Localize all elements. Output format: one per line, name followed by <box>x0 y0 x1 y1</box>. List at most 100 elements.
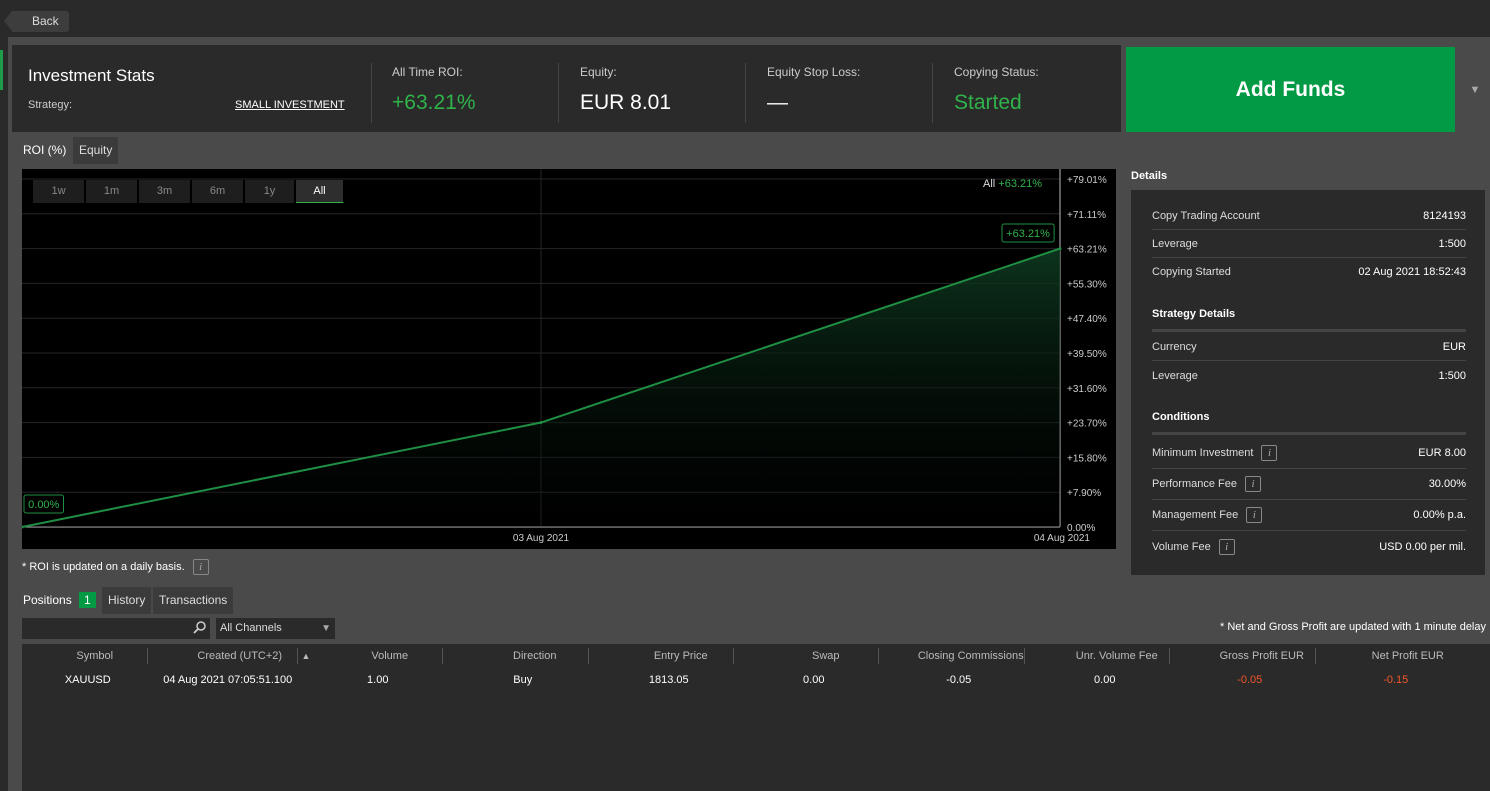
tab-positions[interactable]: Positions 1 <box>17 587 102 614</box>
strategy-label: Strategy: <box>28 99 73 111</box>
roi-chart: 0.00% +7.90% +15.80% +23.70% +31.60% +39.50% +… <box>20 169 1116 549</box>
info-icon[interactable]: i <box>1244 476 1261 492</box>
table-cell: Buy <box>513 674 533 686</box>
roi-point <box>1058 247 1062 251</box>
table-cell: -0.05 <box>946 674 972 686</box>
roi-note: * ROI is updated on a daily basis. i <box>22 559 209 575</box>
info-icon[interactable]: i <box>1246 507 1263 523</box>
y-tick-label: +71.11% <box>1067 210 1106 221</box>
detail-label: Leverage <box>1152 238 1198 250</box>
detail-label: Leverage <box>1152 369 1198 382</box>
column-header[interactable]: Net Profit EUR <box>1335 645 1481 667</box>
info-icon[interactable]: i <box>192 559 209 575</box>
y-tick-label: +39.50% <box>1067 349 1107 360</box>
roi-point <box>539 421 543 425</box>
detail-value: 02 Aug 2021 18:52:43 <box>1358 265 1466 278</box>
roi-value: +63.21% <box>392 91 476 114</box>
detail-value: EUR 8.00 <box>1418 447 1466 459</box>
table-cell: 1813.05 <box>648 674 689 686</box>
y-tick-label: +55.30% <box>1067 279 1107 290</box>
back-label: Back <box>32 14 59 28</box>
column-divider <box>878 648 879 664</box>
end-value-label: +63.21% <box>1006 228 1050 240</box>
column-divider <box>1169 648 1170 664</box>
start-value-label: 0.00% <box>28 499 59 511</box>
divider <box>745 63 746 123</box>
detail-value: USD 0.00 per mil. <box>1379 540 1466 553</box>
tab-positions-label: Positions <box>23 593 72 607</box>
y-tick-label: +79.01% <box>1067 175 1107 186</box>
range-1y[interactable]: 1y <box>245 180 295 203</box>
tab-history[interactable]: History <box>102 587 152 614</box>
chevron-down-icon: ▼ <box>321 623 331 634</box>
tab-equity[interactable]: Equity <box>73 137 119 164</box>
column-divider <box>1315 648 1316 664</box>
column-divider <box>442 648 443 664</box>
column-header[interactable]: Direction <box>462 645 608 667</box>
column-divider <box>1024 648 1025 664</box>
detail-label: Minimum Investment <box>1152 446 1254 459</box>
chevron-down-icon[interactable]: ▼ <box>1460 47 1490 132</box>
y-tick-label: +15.80% <box>1067 453 1107 464</box>
column-divider <box>297 648 298 664</box>
strategy-link[interactable]: SMALL INVESTMENT <box>235 99 345 111</box>
column-header[interactable]: Gross Profit EUR <box>1189 645 1335 667</box>
column-header[interactable]: Volume <box>317 645 463 667</box>
roi-chart-svg: 0.00% +7.90% +15.80% +23.70% +31.60% +39.50% +… <box>20 169 1107 544</box>
y-tick-label: +63.21% <box>1067 245 1107 256</box>
title-cell: Investment Stats Strategy: SMALL INVESTM… <box>12 45 362 132</box>
detail-label: Copy Trading Account <box>1152 210 1260 222</box>
detail-row-account: Copy Trading Account 8124193 <box>1152 203 1466 230</box>
conditions-title: Conditions <box>1152 411 1466 435</box>
column-header[interactable]: Symbol <box>22 645 168 667</box>
detail-label: Volume Fee <box>1152 540 1211 553</box>
table-cell: 0.00 <box>1094 674 1116 686</box>
range-all[interactable]: All <box>296 180 344 203</box>
status-label: Copying Status: <box>954 65 1039 79</box>
detail-label: Copying Started <box>1152 265 1231 278</box>
table-cell: 04 Aug 2021 07:05:51.100 <box>163 674 293 686</box>
sort-ascending-icon[interactable]: ▲ <box>300 645 312 667</box>
detail-row-management-fee: Management Fee i 0.00% p.a. <box>1152 500 1466 531</box>
equity-label: Equity: <box>580 65 617 79</box>
table-cell: 0.00 <box>803 674 825 686</box>
info-icon[interactable]: i <box>1261 445 1278 461</box>
column-divider <box>733 648 734 664</box>
divider <box>558 63 559 123</box>
range-1m[interactable]: 1m <box>86 180 138 203</box>
chart-summary: All +63.21% <box>983 178 1042 190</box>
search-icon[interactable] <box>192 620 207 635</box>
table-cell: XAUUSD <box>64 674 111 686</box>
column-divider <box>147 648 148 664</box>
column-header[interactable]: Unr. Volume Fee <box>1044 645 1190 667</box>
detail-label: Management Fee <box>1152 508 1239 521</box>
table-cell: -0.15 <box>1383 674 1409 686</box>
range-1w[interactable]: 1w <box>33 180 85 203</box>
tab-transactions[interactable]: Transactions <box>153 587 234 614</box>
range-3m[interactable]: 3m <box>139 180 191 203</box>
stoploss-label: Equity Stop Loss: <box>767 65 861 79</box>
channels-select[interactable]: All Channels ▼ <box>216 618 335 639</box>
chart-summary-label: All <box>983 178 996 190</box>
tab-roi[interactable]: ROI (%) <box>17 137 73 164</box>
detail-row-copying-started: Copying Started 02 Aug 2021 18:52:43 <box>1152 258 1466 285</box>
back-button[interactable]: Back <box>4 11 69 32</box>
add-funds-button[interactable]: Add Funds <box>1126 47 1455 132</box>
column-header[interactable]: Created (UTC+2) <box>167 645 313 667</box>
detail-value: 30.00% <box>1428 478 1466 490</box>
info-icon[interactable]: i <box>1218 538 1235 555</box>
column-header[interactable]: Swap <box>753 645 899 667</box>
roi-label: All Time ROI: <box>392 65 463 79</box>
detail-row-min-investment: Minimum Investment i EUR 8.00 <box>1152 438 1466 469</box>
detail-row-volume-fee: Volume Fee i USD 0.00 per mil. <box>1152 531 1466 562</box>
search-input[interactable] <box>22 618 210 639</box>
detail-label: Currency <box>1152 341 1197 353</box>
detail-row-leverage: Leverage 1:500 <box>1152 231 1466 258</box>
detail-value: 1:500 <box>1438 238 1466 250</box>
range-6m[interactable]: 6m <box>192 180 244 203</box>
detail-value: 0.00% p.a. <box>1413 509 1466 521</box>
left-accent-strip <box>0 50 3 90</box>
equity-value: EUR 8.01 <box>580 91 672 114</box>
column-header[interactable]: Entry Price <box>608 645 754 667</box>
column-header[interactable]: Closing Commissions <box>898 645 1044 667</box>
